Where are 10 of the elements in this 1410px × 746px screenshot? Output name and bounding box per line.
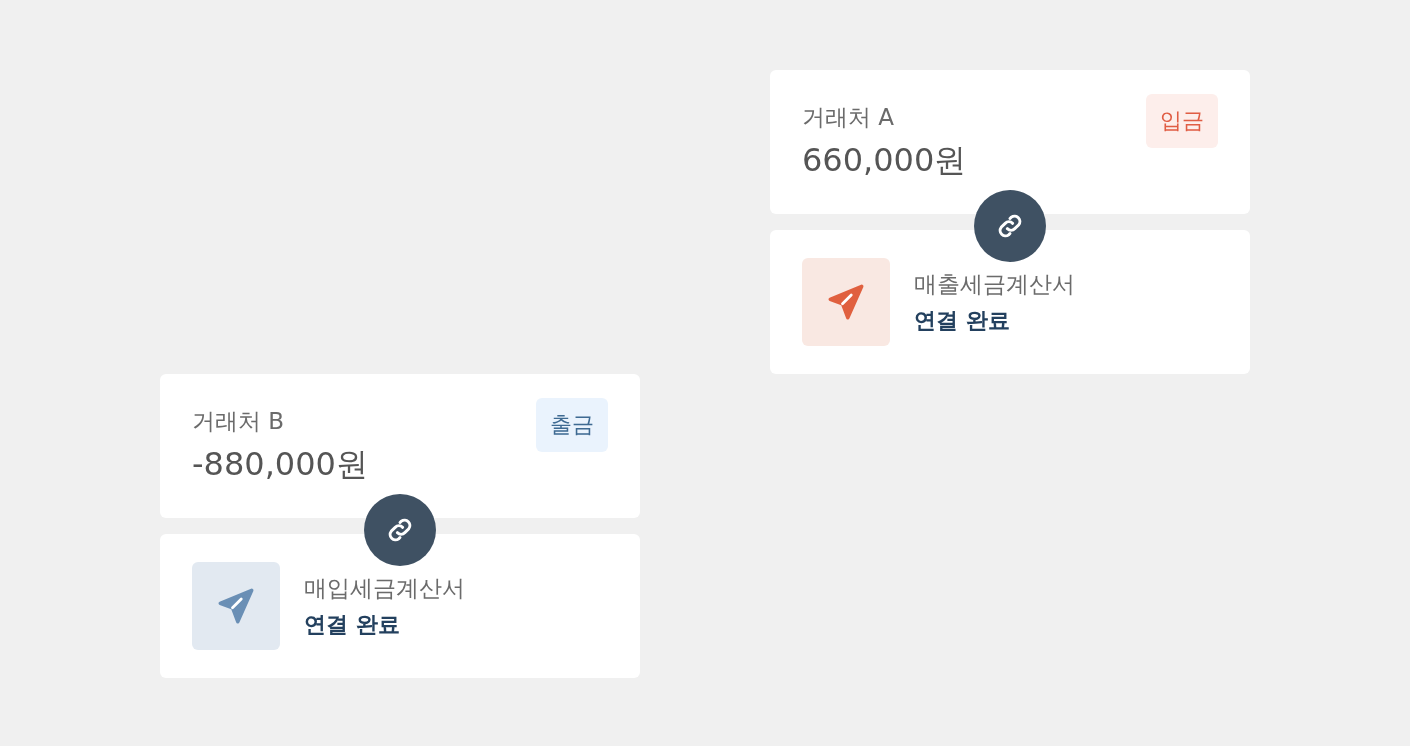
document-title: 매출세금계산서 [914,269,1075,299]
party-name: 거래처 A [802,103,896,132]
party-name: 거래처 B [192,407,286,436]
type-badge: 출금 [536,398,608,452]
link-status: 연결 완료 [914,306,1011,335]
amount: -880,000원 [192,444,368,485]
document-title: 매입세금계산서 [304,573,465,603]
amount: 660,000원 [802,140,967,181]
link-status: 연결 완료 [304,610,401,639]
type-badge: 입금 [1146,94,1218,148]
